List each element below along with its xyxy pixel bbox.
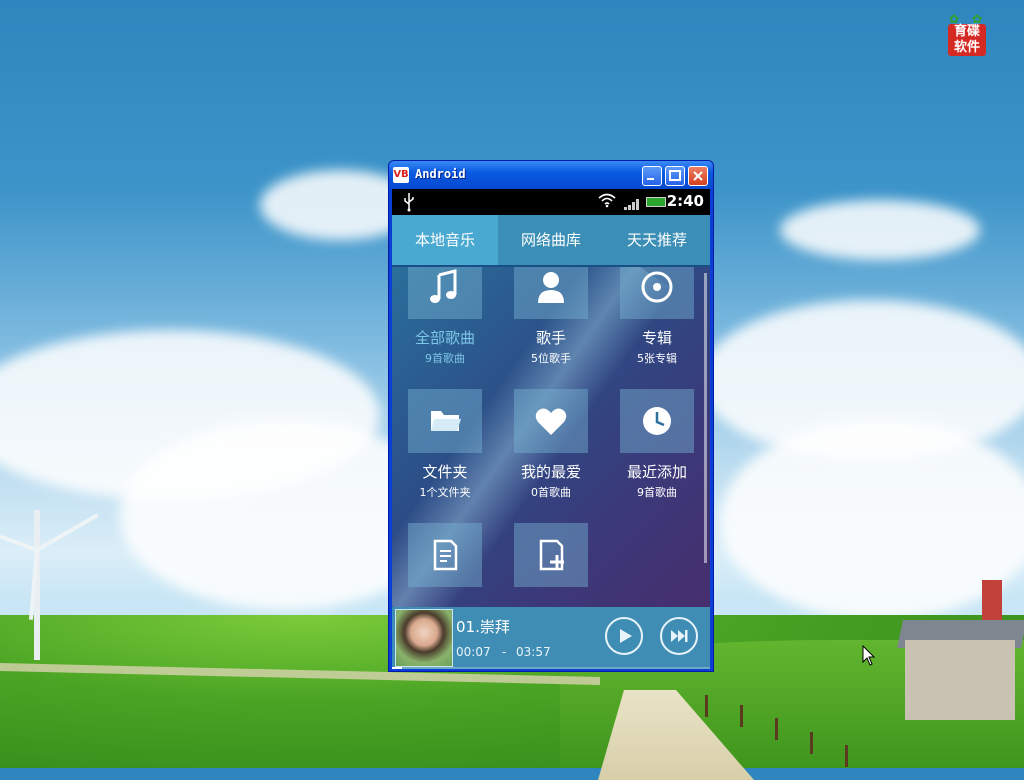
tile-recently-added[interactable]: 最近添加 9首歌曲	[604, 389, 710, 500]
tile-count: 5位歌手	[531, 352, 571, 365]
tile-count: 5张专辑	[637, 352, 677, 365]
play-button[interactable]	[605, 617, 643, 655]
house	[905, 640, 1015, 720]
tile-label: 文件夹	[422, 463, 468, 481]
tile-count: 0首歌曲	[531, 486, 571, 499]
music-note-icon	[430, 269, 457, 303]
album-art[interactable]	[395, 609, 453, 667]
fence-post	[810, 732, 813, 754]
tile-new-playlist[interactable]	[498, 523, 604, 587]
wifi-icon	[598, 193, 616, 208]
play-icon	[620, 629, 632, 643]
usb-icon	[404, 193, 414, 212]
fence-post	[705, 695, 708, 717]
tile-icon-box	[408, 267, 482, 319]
tile-label: 全部歌曲	[414, 329, 475, 347]
mini-player: 01.崇拜 00:07 - 03:57	[392, 607, 710, 669]
album-disc-icon	[641, 271, 673, 303]
turbine-blade	[36, 513, 99, 552]
maximize-button[interactable]	[665, 166, 685, 186]
heart-icon	[535, 408, 567, 435]
status-clock: 2:40	[666, 192, 704, 210]
turbine-blade	[0, 524, 38, 552]
tile-albums[interactable]: 专辑 5张专辑	[604, 267, 710, 366]
tile-count: 1个文件夹	[419, 486, 471, 499]
time-separator: -	[502, 645, 507, 659]
tile-icon-box	[514, 267, 588, 319]
tab-online-library[interactable]: 网络曲库	[498, 215, 604, 265]
signal-icon	[624, 198, 640, 210]
minimize-button[interactable]	[642, 166, 662, 186]
minimize-icon	[647, 178, 654, 180]
emulator-window[interactable]: VB Android 2:40 本地音乐 网络曲库 天天推荐 全部歌曲 9首歌曲…	[388, 160, 714, 672]
next-button[interactable]	[660, 617, 698, 655]
clock-icon	[643, 407, 671, 435]
tile-icon-box	[620, 267, 694, 319]
tile-label: 歌手	[535, 329, 566, 347]
playlist-icon	[433, 539, 458, 571]
window-title: Android	[415, 167, 466, 181]
playback-progress[interactable]	[392, 667, 710, 669]
tile-singers[interactable]: 歌手 5位歌手	[498, 267, 604, 366]
window-titlebar[interactable]: VB Android	[389, 161, 713, 189]
new-playlist-icon	[539, 539, 564, 571]
tile-label: 我的最爱	[520, 463, 581, 481]
tile-icon-box	[514, 389, 588, 453]
tile-all-songs[interactable]: 全部歌曲 9首歌曲	[392, 267, 498, 366]
app-icon: VB	[393, 167, 409, 183]
brand-logo: ✿ ✿ 育碟软件	[946, 12, 988, 58]
fence-post	[775, 718, 778, 740]
tab-local-music[interactable]: 本地音乐	[392, 215, 498, 265]
tile-folders[interactable]: 文件夹 1个文件夹	[392, 389, 498, 500]
battery-charging-icon	[646, 197, 666, 207]
total-time: 03:57	[516, 645, 551, 659]
singer-icon	[538, 272, 564, 303]
tile-label: 最近添加	[626, 463, 687, 481]
tile-icon-box	[620, 389, 694, 453]
tile-count: 9首歌曲	[637, 486, 677, 499]
tile-favorites[interactable]: 我的最爱 0首歌曲	[498, 389, 604, 500]
mouse-cursor-icon	[862, 645, 876, 666]
cloud	[780, 200, 980, 260]
progress-fill	[392, 667, 402, 669]
tile-count: 9首歌曲	[425, 352, 465, 365]
fence-post	[740, 705, 743, 727]
close-icon	[693, 171, 703, 181]
tile-playlist[interactable]	[392, 523, 498, 587]
tile-label: 专辑	[641, 329, 672, 347]
logo-text: 育碟软件	[953, 24, 980, 55]
next-icon	[671, 630, 688, 642]
close-button[interactable]	[688, 166, 708, 186]
folder-icon	[431, 411, 461, 431]
android-screen: 2:40 本地音乐 网络曲库 天天推荐 全部歌曲 9首歌曲 歌手 5位歌手 专辑…	[392, 189, 710, 669]
current-time: 00:07	[456, 645, 491, 659]
music-category-grid: 全部歌曲 9首歌曲 歌手 5位歌手 专辑 5张专辑 文件夹 1个文件夹 我的最爱…	[392, 267, 710, 607]
track-title: 01.崇拜	[456, 618, 510, 636]
maximize-icon	[669, 170, 681, 181]
tile-icon-box	[408, 389, 482, 453]
cloud	[720, 420, 1024, 620]
status-bar: 2:40	[392, 189, 710, 215]
tab-bar: 本地音乐 网络曲库 天天推荐	[392, 215, 710, 265]
fence-post	[845, 745, 848, 767]
tile-icon-box	[514, 523, 588, 587]
tab-daily-recommend[interactable]: 天天推荐	[604, 215, 710, 265]
tile-icon-box	[408, 523, 482, 587]
